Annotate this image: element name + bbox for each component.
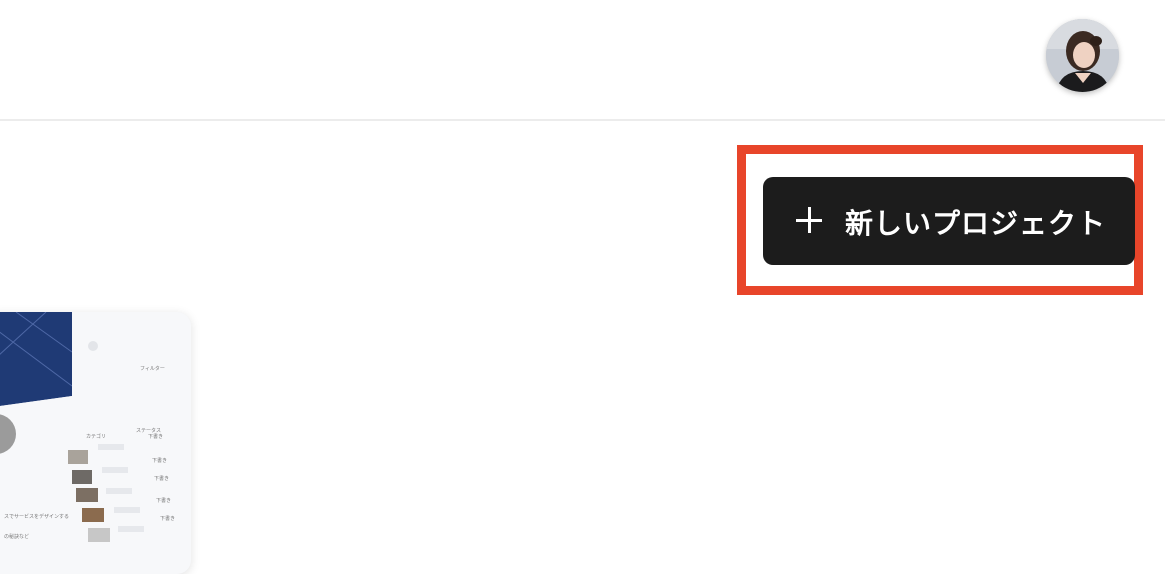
svg-text:下書き: 下書き (154, 475, 169, 482)
svg-text:下書き: 下書き (152, 457, 167, 464)
new-project-label: 新しいプロジェクト (845, 207, 1107, 240)
svg-text:スでサービスをデザインする: スでサービスをデザインする (4, 513, 69, 520)
svg-text:の秘訣など: の秘訣など (4, 533, 29, 540)
top-header (0, 0, 1165, 121)
project-card[interactable]: フィルター カテゴリ ステータス 下書き 下書き 下書き スでサービスをデザイン… (0, 312, 191, 574)
svg-text:下書き: 下書き (148, 433, 163, 440)
svg-text:ステータス: ステータス (136, 427, 161, 434)
svg-text:カテゴリ: カテゴリ (86, 433, 106, 440)
user-avatar[interactable] (1046, 19, 1119, 92)
svg-text:下書き: 下書き (160, 515, 175, 522)
avatar-photo-icon (1046, 19, 1119, 92)
svg-text:フィルター: フィルター (140, 365, 165, 372)
project-thumbnail: フィルター カテゴリ ステータス 下書き 下書き 下書き スでサービスをデザイン… (0, 312, 191, 574)
svg-text:下書き: 下書き (156, 497, 171, 504)
plus-icon (796, 207, 822, 233)
